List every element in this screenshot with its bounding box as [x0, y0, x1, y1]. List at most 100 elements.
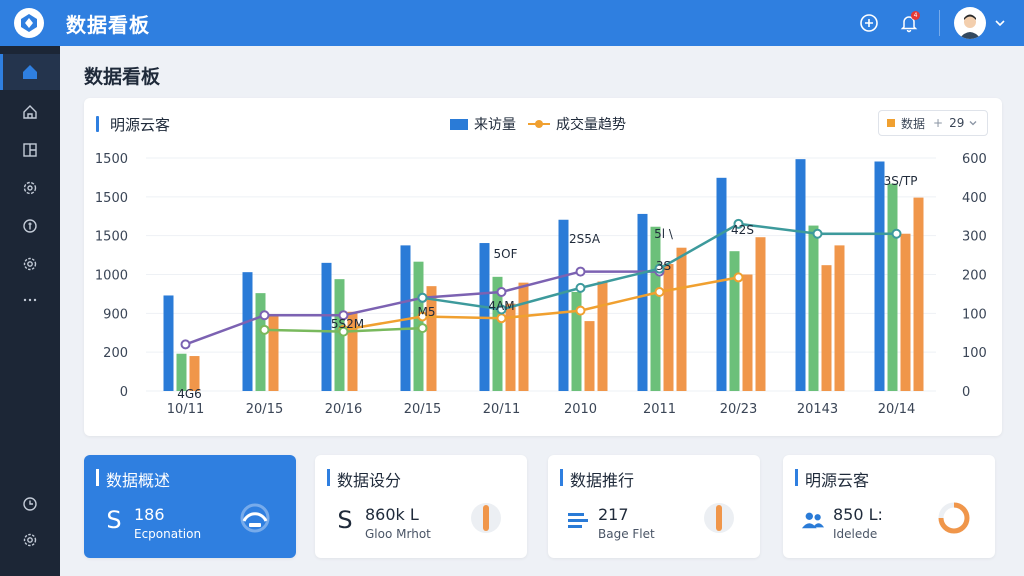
app-logo[interactable]: [14, 8, 44, 38]
bar: [650, 226, 661, 391]
chart-card: 1500 600 1500 400 1500 300 1000 200 900 100 200 100…: [84, 98, 1002, 436]
people-icon: [801, 505, 825, 535]
sidebar-item-settings[interactable]: [0, 170, 60, 206]
stat-card-settings[interactable]: 数据设分 S 860k L Gloo Mrhot: [315, 455, 527, 558]
x-tick-label: 20/14: [878, 402, 915, 417]
bar: [795, 159, 806, 391]
line-point: [733, 272, 744, 283]
bar: [874, 161, 885, 391]
sidebar-item-more[interactable]: [0, 282, 60, 318]
top-actions: 4: [841, 0, 1006, 46]
stat-symbol: S: [337, 506, 353, 534]
progress-ring-icon: [471, 503, 501, 533]
sidebar-item-overview[interactable]: [0, 94, 60, 130]
y-right-tick-label: 100: [962, 346, 987, 361]
stat-value: 186: [134, 505, 165, 524]
stat-title-marker: [795, 469, 798, 486]
app-title: 数据看板: [66, 12, 150, 37]
bar: [755, 237, 766, 391]
chart-title: 明源云客: [110, 116, 171, 134]
stat-value: 860k L: [365, 505, 419, 524]
stat-subtitle: Bage Flet: [598, 527, 655, 541]
sidebar-item-preferences[interactable]: [0, 522, 60, 558]
stat-card-customers[interactable]: 明源云客 850 L: Idelede: [783, 455, 995, 558]
donut-icon: [938, 502, 970, 534]
chart-filter-select[interactable]: 数据 + 29: [878, 110, 988, 136]
bar: [887, 183, 898, 391]
logo-icon: [21, 14, 37, 32]
stat-title-marker: [327, 469, 330, 486]
notification-badge: 4: [911, 11, 920, 20]
bar: [176, 353, 187, 391]
coin-icon: [23, 219, 37, 233]
data-annotation: 5OF: [494, 247, 518, 261]
chart-title-marker: [96, 116, 99, 132]
list-icon-svg: [568, 513, 588, 528]
sidebar-item-finance[interactable]: [0, 208, 60, 244]
combo-chart: 1500 6001500 4001500 3001000 200900 100200 100…: [95, 152, 987, 417]
legend-bar-swatch: [450, 118, 468, 130]
legend-bar-label: 来访量: [474, 117, 516, 133]
y-left-tick-label: 200: [103, 346, 128, 361]
sidebar-item-history[interactable]: [0, 486, 60, 522]
stat-value: 217: [598, 505, 629, 524]
filter-label: 数据: [901, 116, 926, 131]
y-right-tick-label: 300: [962, 230, 987, 245]
page-title: 数据看板: [84, 66, 161, 88]
data-annotation: 5l \: [654, 227, 674, 241]
filter-plus-icon: +: [933, 116, 944, 130]
user-menu-chevron[interactable]: [994, 14, 1006, 33]
house-outline-icon: [23, 105, 37, 119]
user-avatar[interactable]: [954, 7, 986, 39]
user-avatar-icon: [959, 14, 981, 39]
line-point: [496, 286, 507, 297]
y-left-tick-label: 900: [103, 307, 128, 322]
y-left-tick-label: 1500: [95, 191, 128, 206]
stat-title: 明源云客: [805, 471, 870, 490]
list-icon: [566, 505, 590, 535]
stat-title: 数据概述: [106, 471, 171, 490]
data-annotation: 3S/TP: [884, 174, 918, 188]
bar: [597, 281, 608, 391]
sidebar-item-system[interactable]: [0, 246, 60, 282]
stat-card-progress[interactable]: 数据推行 217 Bage Flet: [548, 455, 760, 558]
y-right-tick-label: 0: [962, 385, 970, 400]
y-left-tick-label: 1500: [95, 152, 128, 167]
data-annotation: 5S2M: [331, 317, 364, 331]
gear-icon: [23, 181, 37, 195]
x-tick-label: 20/11: [483, 402, 520, 417]
notifications-button[interactable]: 4: [897, 11, 921, 35]
y-left-tick-label: 1000: [95, 269, 128, 284]
x-tick-label: 20/23: [720, 402, 757, 417]
header-divider: [939, 10, 940, 36]
more-icon: [23, 298, 37, 302]
add-button[interactable]: [857, 11, 881, 35]
bar: [742, 274, 753, 391]
y-right-tick-label: 400: [962, 191, 987, 206]
bar: [834, 245, 845, 391]
stat-title: 数据设分: [337, 471, 402, 490]
bar: [163, 295, 174, 391]
y-left-tick-label: 1500: [95, 230, 128, 245]
filter-value: 29: [949, 116, 965, 130]
line-point: [812, 228, 823, 239]
progress-ring-icon: [704, 503, 734, 533]
y-right-tick-label: 200: [962, 269, 987, 284]
bar: [729, 251, 740, 391]
stat-title-marker: [560, 469, 563, 486]
x-tick-label: 2011: [643, 402, 676, 417]
bar: [821, 265, 832, 391]
line-point: [575, 305, 586, 316]
stat-card-overview[interactable]: 数据概述 S 186 Ecponation: [84, 455, 296, 558]
chevron-down-icon: [969, 121, 977, 126]
x-tick-label: 20/15: [246, 402, 283, 417]
bar: [900, 233, 911, 391]
bar: [676, 247, 687, 391]
line-point: [575, 282, 586, 293]
data-annotation: 4G6: [177, 387, 202, 401]
chart-legend: 来访量 成交量趋势: [450, 114, 626, 134]
cog-icon: [23, 257, 37, 271]
sidebar-item-home[interactable]: [0, 54, 60, 90]
sidebar-item-layout[interactable]: [0, 132, 60, 168]
bar: [242, 272, 253, 391]
